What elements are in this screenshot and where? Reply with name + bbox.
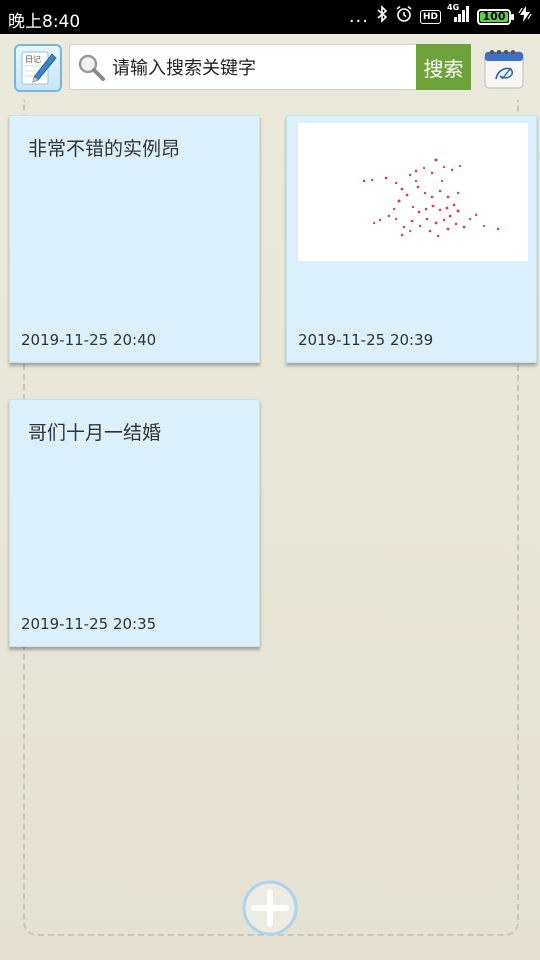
add-note-button[interactable] — [242, 880, 298, 936]
more-dots-icon: ... — [348, 5, 369, 27]
search-input[interactable] — [110, 51, 414, 85]
note-card[interactable]: 哥们十月一结婚 2019-11-25 20:35 — [9, 399, 260, 647]
calendar-icon[interactable] — [482, 46, 526, 94]
note-title: 哥们十月一结婚 — [28, 422, 162, 444]
battery-icon: 100 — [477, 8, 514, 25]
note-time: 2019-11-25 20:40 — [21, 331, 157, 349]
note-title: 非常不错的实例昂 — [28, 138, 181, 160]
note-card[interactable]: 非常不错的实例昂 2019-11-25 20:40 — [9, 115, 260, 363]
plus-icon — [242, 880, 298, 936]
note-time: 2019-11-25 20:35 — [21, 615, 157, 633]
bluetooth-icon — [376, 5, 388, 28]
charging-icon — [518, 6, 532, 27]
note-card[interactable]: 2019-11-25 20:39 — [286, 115, 537, 363]
status-icons: ... HD 4G 100 — [348, 3, 532, 28]
note-time: 2019-11-25 20:39 — [298, 331, 434, 349]
search-button[interactable]: 搜索 — [416, 44, 471, 90]
search-icon — [76, 52, 106, 86]
note-image-thumbnail — [298, 123, 528, 261]
search-box[interactable] — [69, 44, 417, 90]
status-time: 晚上8:40 — [8, 12, 81, 32]
diary-icon-label: 日记 — [25, 55, 41, 64]
battery-level: 100 — [482, 9, 506, 23]
network-label: 4G — [447, 3, 460, 12]
status-bar: 晚上8:40 ... HD 4G 100 — [0, 0, 540, 34]
toolbar: 日记 搜索 — [0, 34, 540, 100]
signal-icon: 4G — [447, 3, 470, 27]
diary-app-icon[interactable]: 日记 — [14, 44, 62, 92]
alarm-clock-icon — [395, 5, 413, 28]
hd-badge: HD — [419, 9, 441, 24]
